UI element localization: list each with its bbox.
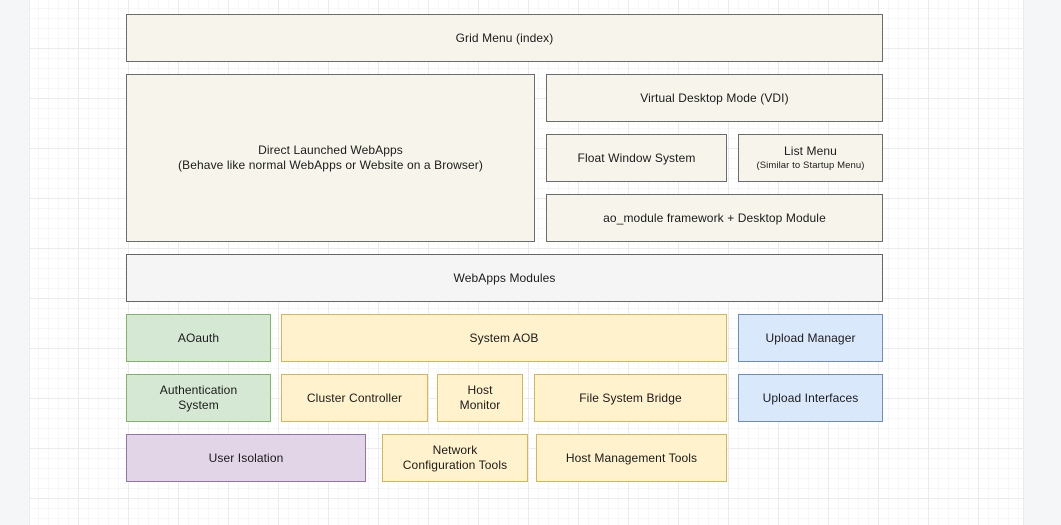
shape-label: Cluster Controller (307, 391, 402, 406)
shape-label: Upload Manager (765, 331, 855, 346)
shape-float-window-system[interactable]: Float Window System (546, 134, 727, 182)
shape-host-monitor[interactable]: Host Monitor (437, 374, 523, 422)
shape-webapps-modules[interactable]: WebApps Modules (126, 254, 883, 302)
shape-label: List Menu (784, 144, 837, 159)
shape-label: Float Window System (578, 151, 696, 166)
shape-user-isolation[interactable]: User Isolation (126, 434, 366, 482)
shape-cluster-controller[interactable]: Cluster Controller (281, 374, 428, 422)
shape-label: ao_module framework + Desktop Module (603, 211, 826, 226)
shape-label: Upload Interfaces (763, 391, 859, 406)
shape-upload-manager[interactable]: Upload Manager (738, 314, 883, 362)
shape-label: WebApps Modules (454, 271, 556, 286)
shape-label: User Isolation (209, 451, 284, 466)
shape-aoauth[interactable]: AOauth (126, 314, 271, 362)
shape-label: Host Monitor (451, 383, 509, 413)
shape-label: AOauth (178, 331, 219, 346)
shape-label: File System Bridge (579, 391, 682, 406)
shape-label: Direct Launched WebApps (258, 143, 403, 158)
shape-label: Authentication System (140, 383, 257, 413)
shape-direct-launched-webapps[interactable]: Direct Launched WebApps(Behave like norm… (126, 74, 535, 242)
shape-ao-module-framework[interactable]: ao_module framework + Desktop Module (546, 194, 883, 242)
shape-label: Grid Menu (index) (456, 31, 554, 46)
shape-virtual-desktop-mode[interactable]: Virtual Desktop Mode (VDI) (546, 74, 883, 122)
shape-grid-menu[interactable]: Grid Menu (index) (126, 14, 883, 62)
shape-label: Network Configuration Tools (396, 443, 514, 473)
shape-sublabel: (Behave like normal WebApps or Website o… (178, 158, 483, 173)
shape-list-menu[interactable]: List Menu(Similar to Startup Menu) (738, 134, 883, 182)
shape-layer: Grid Menu (index) Direct Launched WebApps… (0, 0, 1061, 525)
shape-network-configuration-tools[interactable]: Network Configuration Tools (382, 434, 528, 482)
shape-system-aob[interactable]: System AOB (281, 314, 727, 362)
shape-host-management-tools[interactable]: Host Management Tools (536, 434, 727, 482)
shape-file-system-bridge[interactable]: File System Bridge (534, 374, 727, 422)
shape-label: Virtual Desktop Mode (VDI) (640, 91, 788, 106)
shape-label: System AOB (469, 331, 538, 346)
shape-upload-interfaces[interactable]: Upload Interfaces (738, 374, 883, 422)
shape-label: Host Management Tools (566, 451, 697, 466)
shape-authentication-system[interactable]: Authentication System (126, 374, 271, 422)
shape-sublabel: (Similar to Startup Menu) (756, 160, 864, 172)
